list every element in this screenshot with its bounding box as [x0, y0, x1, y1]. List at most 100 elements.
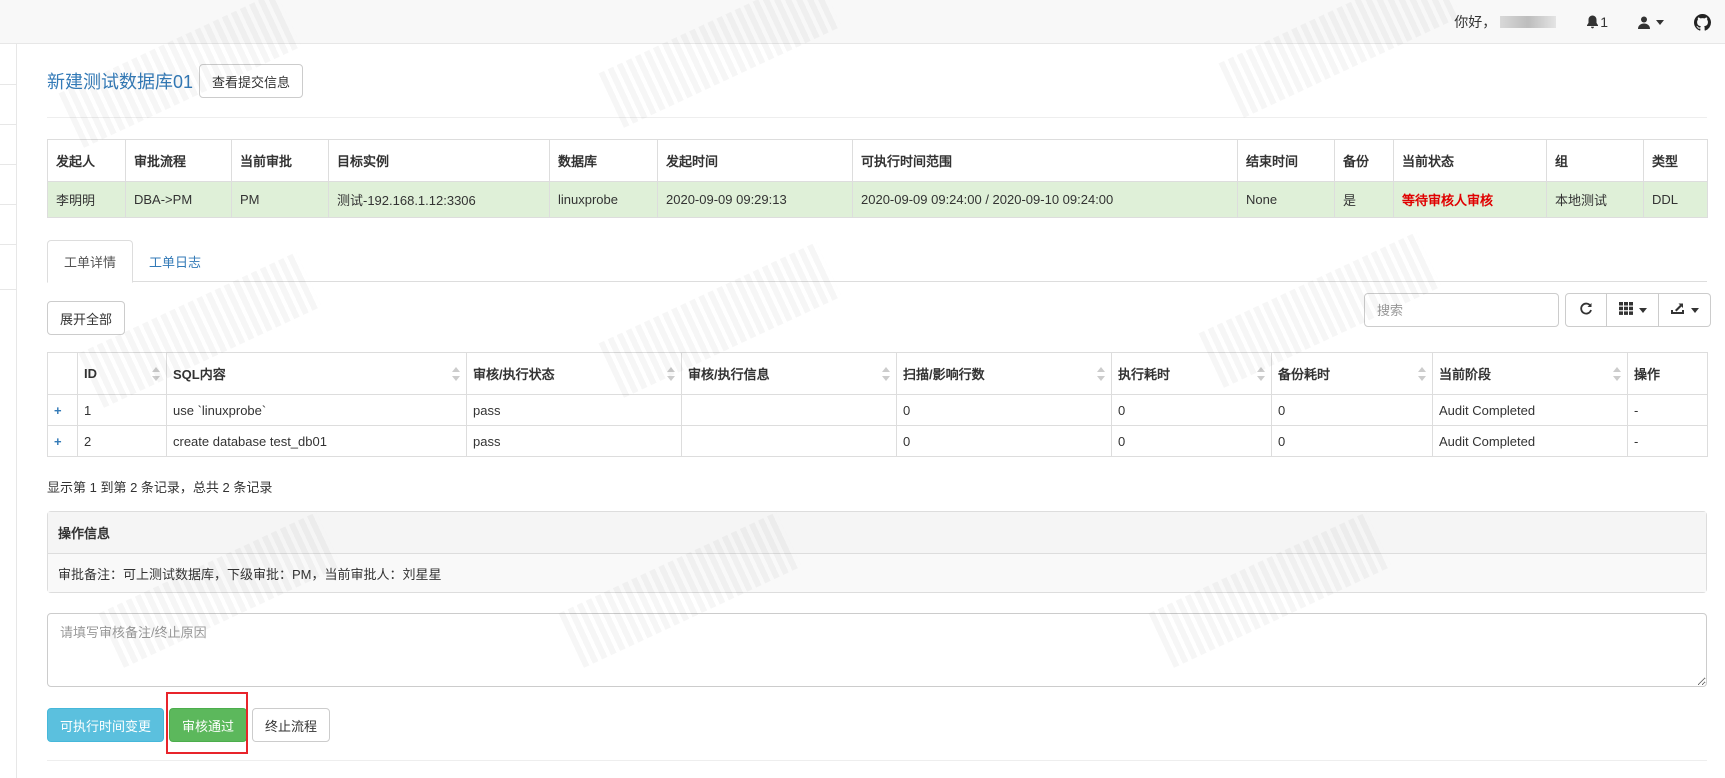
chevron-down-icon	[1691, 307, 1699, 313]
col-header-backup-time[interactable]: 备份耗时	[1271, 352, 1433, 395]
col-header: 审批流程	[125, 139, 232, 182]
group-cell: 本地测试	[1546, 181, 1644, 218]
approval-remark-text: 审批备注：可上测试数据库，下级审批：PM，当前审批人：刘星星	[48, 554, 1706, 592]
op-cell: -	[1627, 394, 1708, 426]
col-header-label: 审核/执行状态	[473, 367, 555, 382]
expand-row-button[interactable]: +	[47, 425, 78, 457]
tab-workflow-log[interactable]: 工单日志	[133, 240, 217, 282]
sidebar-divider	[0, 244, 16, 245]
col-header-exec-time[interactable]: 执行耗时	[1111, 352, 1272, 395]
col-header-label: ID	[84, 366, 97, 381]
type-cell: DDL	[1643, 181, 1708, 218]
col-header-label: SQL内容	[173, 367, 226, 382]
backup-cell: 是	[1334, 181, 1394, 218]
sidebar-divider	[0, 124, 16, 125]
status-badge: 等待审核人审核	[1393, 181, 1547, 218]
greeting-text: 你好，	[1454, 14, 1497, 30]
tab-workflow-detail[interactable]: 工单详情	[47, 240, 134, 283]
sort-icon	[667, 367, 675, 381]
divider	[47, 117, 1707, 118]
finished-at-cell: None	[1237, 181, 1335, 218]
operation-info-panel: 操作信息 审批备注：可上测试数据库，下级审批：PM，当前审批人：刘星星	[47, 511, 1707, 593]
sql-detail-table: ID SQL内容 审核/执行状态 审核/执行信息 扫描/影响行数 执行耗时 备份…	[47, 352, 1708, 457]
page-title: 新建测试数据库01	[47, 72, 194, 92]
workflow-info-table: 发起人 审批流程 当前审批 目标实例 数据库 发起时间 可执行时间范围 结束时间…	[47, 139, 1708, 218]
sort-icon	[452, 367, 460, 381]
notification-button[interactable]: 1	[1571, 0, 1623, 44]
current-approver-cell: PM	[231, 181, 329, 218]
col-header-stage[interactable]: 当前阶段	[1432, 352, 1628, 395]
col-header-rows[interactable]: 扫描/影响行数	[896, 352, 1112, 395]
table-row: 李明明 DBA->PM PM 测试-192.168.1.12:3306 linu…	[47, 181, 1708, 218]
col-header: 数据库	[549, 139, 658, 182]
bell-icon	[1586, 15, 1599, 29]
change-exec-window-button[interactable]: 可执行时间变更	[47, 708, 165, 742]
flow-cell: DBA->PM	[125, 181, 232, 218]
export-button[interactable]	[1659, 293, 1711, 327]
panel-title: 操作信息	[48, 512, 1706, 554]
table-row: + 2 create database test_db01 pass 0 0 0…	[47, 425, 1708, 457]
sidebar-divider	[0, 204, 16, 205]
columns-toggle-button[interactable]	[1607, 293, 1659, 327]
id-cell: 1	[77, 394, 167, 426]
status-cell: pass	[466, 394, 682, 426]
status-cell: pass	[466, 425, 682, 457]
id-cell: 2	[77, 425, 167, 457]
notification-count: 1	[1600, 14, 1608, 30]
col-header-info[interactable]: 审核/执行信息	[681, 352, 897, 395]
user-menu-button[interactable]	[1623, 0, 1679, 44]
approve-button[interactable]: 审核通过	[169, 708, 248, 742]
instance-cell: 测试-192.168.1.12:3306	[328, 181, 550, 218]
sidebar-divider	[0, 84, 16, 85]
col-header: 当前状态	[1393, 139, 1547, 182]
rows-cell: 0	[896, 394, 1112, 426]
created-at-cell: 2020-09-09 09:29:13	[657, 181, 853, 218]
view-submit-info-button[interactable]: 查看提交信息	[199, 64, 304, 98]
col-header-sql[interactable]: SQL内容	[166, 352, 467, 395]
initiator-cell: 李明明	[47, 181, 126, 218]
stage-cell: Audit Completed	[1432, 394, 1628, 426]
table-header-row: ID SQL内容 审核/执行状态 审核/执行信息 扫描/影响行数 执行耗时 备份…	[47, 352, 1708, 395]
backup-time-cell: 0	[1271, 394, 1433, 426]
col-header-status[interactable]: 审核/执行状态	[466, 352, 682, 395]
github-link[interactable]	[1679, 0, 1725, 44]
sidebar-divider	[0, 289, 16, 290]
user-icon	[1638, 16, 1650, 29]
col-header: 组	[1546, 139, 1644, 182]
expand-row-button[interactable]: +	[47, 394, 78, 426]
op-cell: -	[1627, 425, 1708, 457]
col-header-label: 当前阶段	[1439, 367, 1492, 382]
pagination-summary: 显示第 1 到第 2 条记录，总共 2 条记录	[47, 480, 273, 495]
expand-all-button[interactable]: 展开全部	[47, 301, 126, 335]
chevron-down-icon	[1638, 307, 1647, 313]
refresh-icon	[1579, 302, 1593, 319]
search-input[interactable]	[1364, 293, 1559, 327]
database-cell: linuxprobe	[549, 181, 658, 218]
terminate-workflow-button[interactable]: 终止流程	[252, 708, 331, 742]
col-header-label: 执行耗时	[1118, 367, 1171, 382]
col-header: 发起时间	[657, 139, 853, 182]
sort-icon	[152, 367, 160, 381]
sort-icon	[882, 367, 890, 381]
col-header: 目标实例	[328, 139, 550, 182]
exec-time-cell: 0	[1111, 394, 1272, 426]
chevron-down-icon	[1656, 19, 1664, 25]
info-cell	[681, 425, 897, 457]
sort-icon	[1418, 367, 1426, 381]
expand-col-header	[47, 352, 78, 395]
col-header: 类型	[1643, 139, 1708, 182]
refresh-button[interactable]	[1565, 293, 1607, 327]
rows-cell: 0	[896, 425, 1112, 457]
exec-time-cell: 0	[1111, 425, 1272, 457]
table-tool-group	[1565, 293, 1711, 327]
divider	[47, 760, 1707, 761]
col-header-id[interactable]: ID	[77, 352, 167, 395]
col-header-label: 扫描/影响行数	[903, 367, 985, 382]
col-header: 当前审批	[231, 139, 329, 182]
page-header: 新建测试数据库01 查看提交信息	[47, 64, 304, 98]
stage-cell: Audit Completed	[1432, 425, 1628, 457]
audit-remark-input[interactable]	[47, 613, 1707, 687]
masked-username	[1500, 16, 1557, 28]
user-greeting: 你好，	[1439, 0, 1571, 44]
sort-icon	[1613, 367, 1621, 381]
